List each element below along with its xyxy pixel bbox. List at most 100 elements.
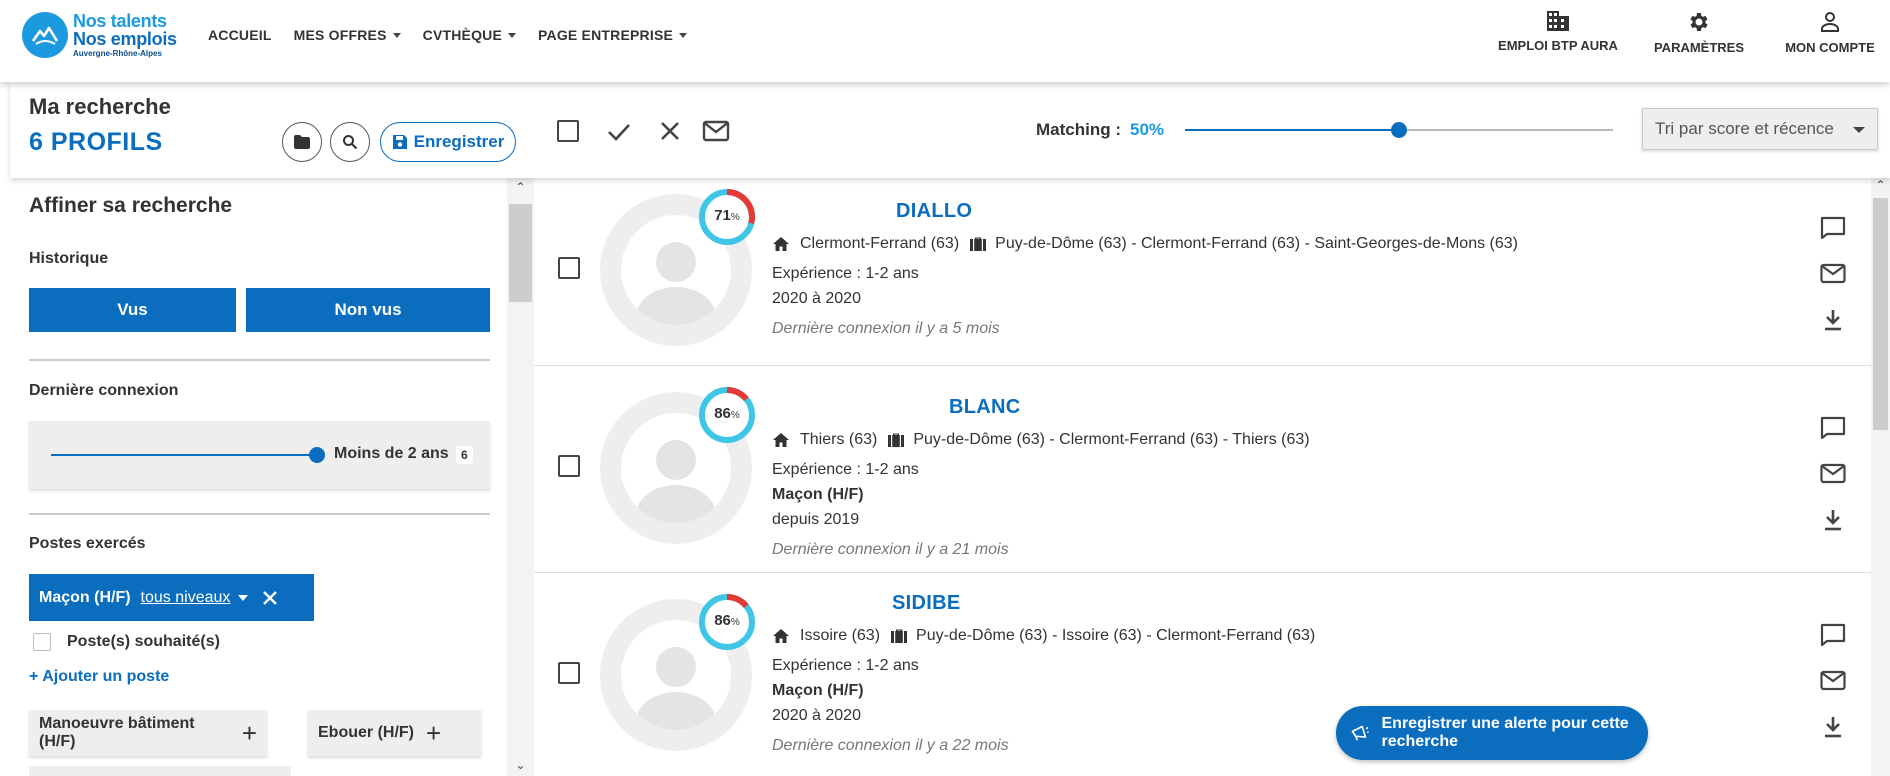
candidate-card[interactable]: 86% BLANC Thiers (63) Puy-de-Dôme (63) -… bbox=[534, 366, 1871, 573]
logo-line1: Nos talents bbox=[73, 11, 167, 31]
add-poste-link[interactable]: + Ajouter un poste bbox=[29, 668, 169, 686]
last-connection-value: Moins de 2 ans bbox=[334, 445, 449, 462]
nav-emploi-btp[interactable]: EMPLOI BTP AURA bbox=[1496, 10, 1620, 55]
tab-vus[interactable]: Vus bbox=[29, 288, 236, 332]
folder-icon bbox=[294, 135, 310, 149]
download-icon bbox=[1825, 510, 1841, 531]
candidate-checkbox[interactable] bbox=[558, 455, 580, 477]
wished-poste-checkbox[interactable] bbox=[33, 633, 51, 651]
briefcase-icon bbox=[888, 433, 905, 447]
candidate-locations: Clermont-Ferrand (63) Puy-de-Dôme (63) -… bbox=[772, 235, 1518, 253]
matching-slider-thumb[interactable] bbox=[1391, 122, 1407, 138]
close-icon bbox=[263, 590, 278, 605]
candidate-locations: Issoire (63) Puy-de-Dôme (63) - Issoire … bbox=[772, 627, 1315, 645]
message-button[interactable] bbox=[1820, 216, 1846, 245]
suggestion-chip[interactable] bbox=[29, 766, 291, 776]
nav-cvtheque[interactable]: CVTHÈQUE bbox=[423, 27, 517, 43]
scrollbar-thumb[interactable] bbox=[509, 204, 532, 302]
sort-select[interactable]: Tri par score et récence bbox=[1642, 108, 1878, 150]
download-icon bbox=[1825, 310, 1841, 331]
scroll-up-icon[interactable]: ⌃ bbox=[507, 180, 534, 194]
chat-icon bbox=[1820, 416, 1846, 440]
save-alert-button[interactable]: Enregistrer une alerte pour cette recher… bbox=[1336, 706, 1648, 760]
candidate-card[interactable]: 86% SIDIBE Issoire (63) Puy-de-Dôme (63)… bbox=[534, 573, 1871, 776]
candidate-last-login: Dernière connexion il y a 21 mois bbox=[772, 541, 1009, 558]
mail-icon bbox=[1820, 463, 1846, 484]
candidate-last-login: Dernière connexion il y a 5 mois bbox=[772, 320, 1000, 337]
home-icon bbox=[773, 629, 789, 643]
filter-panel: Affiner sa recherche Historique Vus Non … bbox=[10, 178, 507, 776]
email-selected-button[interactable] bbox=[702, 118, 730, 149]
suggestion-chip[interactable]: Ebouer (H/F) + bbox=[308, 710, 481, 756]
historique-heading: Historique bbox=[29, 250, 109, 267]
remove-poste-button[interactable] bbox=[262, 590, 278, 606]
search-header: Ma recherche 6 PROFILS Enregistrer Match… bbox=[10, 82, 1890, 178]
email-button[interactable] bbox=[1820, 263, 1846, 290]
download-button[interactable] bbox=[1820, 308, 1846, 337]
filter-scrollbar[interactable]: ⌃ ⌄ bbox=[507, 178, 534, 776]
candidate-name[interactable]: DIALLO bbox=[896, 200, 972, 223]
gear-icon bbox=[1690, 13, 1708, 31]
scroll-down-icon[interactable]: ⌄ bbox=[507, 758, 534, 772]
folder-button[interactable] bbox=[282, 122, 322, 162]
nav-parametres[interactable]: PARAMÈTRES bbox=[1634, 10, 1764, 55]
results-list: 71% DIALLO Clermont-Ferrand (63) Puy-de-… bbox=[534, 178, 1871, 776]
nav-accueil[interactable]: ACCUEIL bbox=[208, 27, 272, 43]
mark-unseen-button[interactable] bbox=[657, 118, 683, 149]
wished-poste-label: Poste(s) souhaité(s) bbox=[67, 633, 220, 650]
active-poste-label: Maçon (H/F) bbox=[39, 588, 131, 606]
matching-slider[interactable] bbox=[1185, 122, 1613, 138]
search-title: Ma recherche bbox=[29, 94, 171, 119]
logo-line2: Nos emplois bbox=[73, 29, 177, 49]
candidate-name[interactable]: SIDIBE bbox=[892, 592, 960, 615]
suggestion-label: Manoeuvre bâtiment (H/F) bbox=[39, 715, 195, 750]
candidate-checkbox[interactable] bbox=[558, 257, 580, 279]
chevron-down-icon[interactable] bbox=[238, 594, 249, 601]
matching-slider-fill bbox=[1185, 129, 1399, 131]
level-dropdown[interactable]: tous niveaux bbox=[141, 589, 231, 607]
search-button[interactable] bbox=[330, 122, 370, 162]
nav-page-entreprise[interactable]: PAGE ENTREPRISE bbox=[538, 27, 688, 43]
last-connection-count: 6 bbox=[456, 446, 473, 464]
select-all-checkbox[interactable] bbox=[557, 120, 579, 142]
logo-icon bbox=[22, 12, 68, 58]
top-navigation: Nos talents Nos emplois Auvergne-Rhône-A… bbox=[0, 0, 1890, 82]
download-button[interactable] bbox=[1820, 508, 1846, 537]
candidate-card[interactable]: 71% DIALLO Clermont-Ferrand (63) Puy-de-… bbox=[534, 178, 1871, 366]
site-logo[interactable]: Nos talents Nos emplois Auvergne-Rhône-A… bbox=[22, 12, 177, 58]
nav-mon-compte[interactable]: MON COMPTE bbox=[1770, 10, 1890, 55]
active-poste-chip: Maçon (H/F) tous niveaux bbox=[29, 574, 314, 621]
mail-icon bbox=[1820, 670, 1846, 691]
email-button[interactable] bbox=[1820, 463, 1846, 490]
suggestion-label: Ebouer (H/F) bbox=[318, 724, 414, 741]
mail-icon bbox=[1820, 263, 1846, 284]
chevron-down-icon bbox=[508, 33, 517, 38]
chat-icon bbox=[1820, 623, 1846, 647]
save-alert-label: Enregistrer une alerte pour cette recher… bbox=[1381, 715, 1629, 750]
candidate-zones: Puy-de-Dôme (63) - Clermont-Ferrand (63)… bbox=[995, 235, 1518, 252]
matching-label: Matching : bbox=[1036, 120, 1121, 139]
candidate-experience: Expérience : 1-2 ans bbox=[772, 265, 919, 282]
message-button[interactable] bbox=[1820, 623, 1846, 652]
save-search-button[interactable]: Enregistrer bbox=[380, 122, 516, 162]
tab-non-vus[interactable]: Non vus bbox=[246, 288, 490, 332]
last-connection-slider[interactable] bbox=[51, 454, 319, 456]
mark-seen-button[interactable] bbox=[606, 118, 632, 149]
profile-count: 6 PROFILS bbox=[29, 128, 163, 156]
candidate-checkbox[interactable] bbox=[558, 662, 580, 684]
download-button[interactable] bbox=[1820, 715, 1846, 744]
last-connection-slider-thumb[interactable] bbox=[309, 447, 325, 463]
nav-mes-offres[interactable]: MES OFFRES bbox=[294, 27, 401, 43]
email-button[interactable] bbox=[1820, 670, 1846, 697]
chevron-down-icon bbox=[679, 33, 688, 38]
scroll-up-icon[interactable]: ⌃ bbox=[1871, 178, 1890, 192]
results-scrollbar[interactable]: ⌃ bbox=[1871, 178, 1890, 776]
candidate-name[interactable]: BLANC bbox=[949, 396, 1021, 419]
scrollbar-thumb[interactable] bbox=[1873, 198, 1888, 430]
candidate-home: Issoire (63) bbox=[800, 627, 881, 644]
score-value: 86% bbox=[714, 405, 740, 422]
suggestion-chip[interactable]: Manoeuvre bâtiment (H/F) + bbox=[29, 710, 267, 756]
building-icon bbox=[1547, 11, 1569, 31]
message-button[interactable] bbox=[1820, 416, 1846, 445]
nav-emploi-btp-label: EMPLOI BTP AURA bbox=[1498, 38, 1618, 53]
